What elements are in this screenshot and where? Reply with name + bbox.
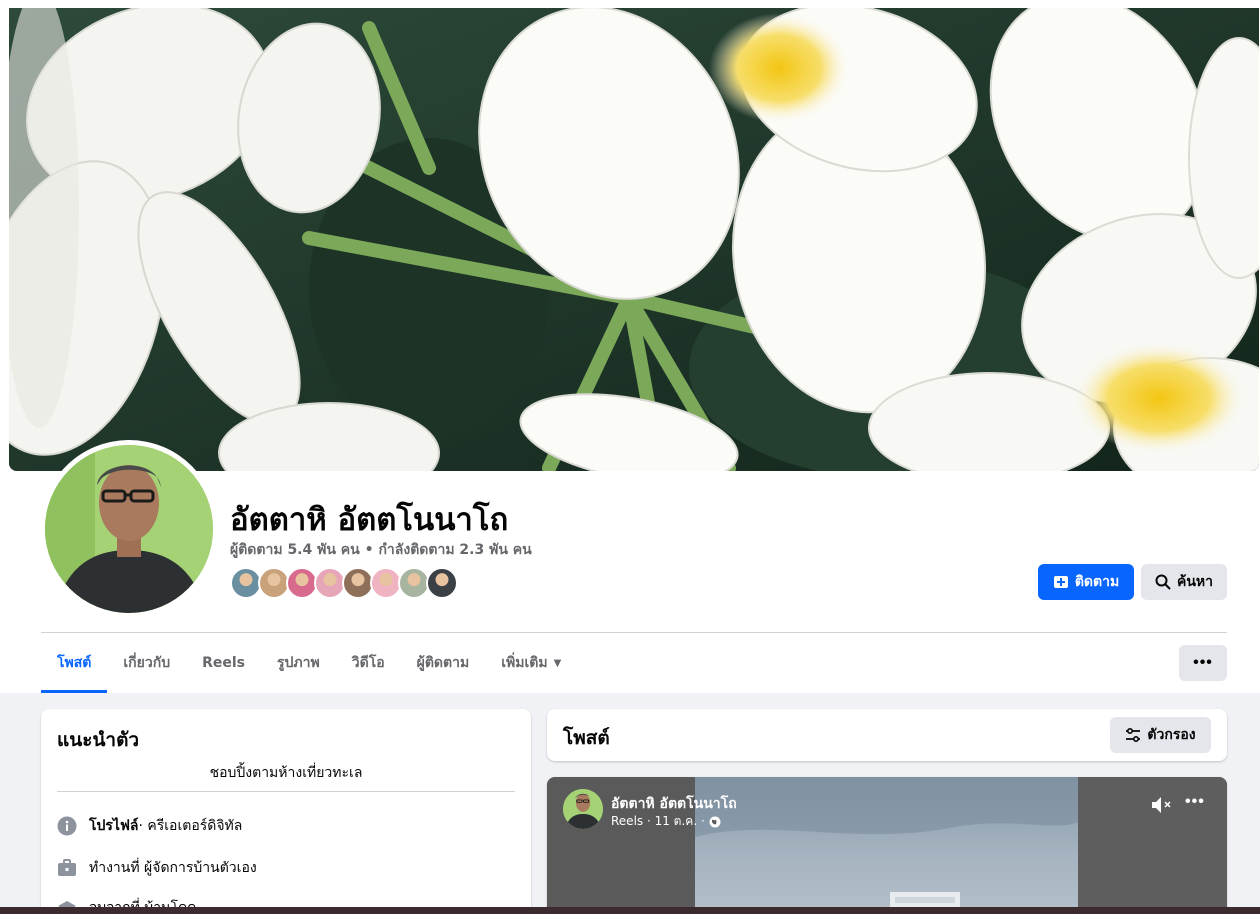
reel-post[interactable]: อัตตาหิ อัตตโนนาโถ Reels · 11 ต.ค. · ••• — [547, 777, 1227, 914]
intro-work-row: ทำงานที่ ผู้จัดการบ้านตัวเอง — [57, 857, 257, 879]
tab-followers-label: ผู้ติดตาม — [416, 655, 470, 671]
caret-down-icon: ▼ — [553, 657, 562, 669]
avatar[interactable] — [45, 445, 213, 613]
profile-name: อัตตาหิ อัตตโนนาโถ — [230, 502, 509, 538]
follower-avatar[interactable] — [426, 567, 458, 599]
globe-icon — [709, 816, 721, 828]
mute-icon[interactable] — [1151, 796, 1173, 814]
reel-author-avatar[interactable] — [563, 789, 603, 829]
profile-tabs: โพสต์ เกี่ยวกับ Reels รูปภาพ วิดีโอ ผู้ต… — [41, 633, 577, 693]
posts-header-card: โพสต์ ตัวกรอง — [547, 709, 1227, 761]
reel-video[interactable] — [695, 777, 1078, 914]
follow-button[interactable]: ติดตาม — [1038, 564, 1134, 600]
intro-title: แนะนำตัว — [57, 729, 140, 751]
tab-reels[interactable]: Reels — [186, 633, 261, 693]
tab-posts[interactable]: โพสต์ — [41, 633, 108, 693]
filter-icon — [1125, 727, 1141, 743]
tab-photos-label: รูปภาพ — [277, 655, 320, 671]
tab-about-label: เกี่ยวกับ — [123, 655, 171, 671]
cover-photo[interactable] — [9, 8, 1259, 471]
filter-label: ตัวกรอง — [1147, 727, 1196, 743]
intro-divider — [57, 791, 515, 792]
intro-bio: ชอบปิ้งตามห้างเที่ยวทะเล — [209, 765, 363, 781]
tab-reels-label: Reels — [202, 655, 245, 671]
tab-more-label: เพิ่มเติม — [501, 655, 548, 671]
intro-profile-label: โปรไฟล์ — [89, 818, 139, 834]
intro-work-text: ทำงานที่ ผู้จัดการบ้านตัวเอง — [89, 860, 257, 876]
stats-separator: • — [364, 542, 374, 558]
following-link[interactable]: กำลังติดตาม 2.3 พัน คน — [378, 542, 531, 558]
tab-about[interactable]: เกี่ยวกับ — [107, 633, 186, 693]
tab-videos[interactable]: วิดีโอ — [336, 633, 401, 693]
follower-avatars — [230, 567, 458, 601]
posts-title: โพสต์ — [563, 727, 610, 749]
reel-meta: Reels · 11 ต.ค. · — [611, 812, 721, 831]
search-icon — [1155, 574, 1171, 590]
post-more-icon[interactable]: ••• — [1185, 793, 1205, 811]
more-options-button[interactable]: ••• — [1179, 645, 1227, 681]
follow-icon — [1053, 574, 1069, 590]
follow-label: ติดตาม — [1074, 574, 1120, 590]
tab-followers[interactable]: ผู้ติดตาม — [401, 633, 486, 693]
tab-photos[interactable]: รูปภาพ — [261, 633, 336, 693]
tab-posts-label: โพสต์ — [57, 655, 92, 671]
tab-videos-label: วิดีโอ — [351, 655, 385, 671]
filter-button[interactable]: ตัวกรอง — [1110, 717, 1211, 753]
followers-link[interactable]: ผู้ติดตาม 5.4 พัน คน — [230, 542, 360, 558]
search-button[interactable]: ค้นหา — [1141, 564, 1227, 600]
taskbar-edge — [0, 907, 1260, 914]
reel-meta-text: Reels · 11 ต.ค. · — [611, 814, 705, 828]
intro-profile-row: โปรไฟล์ · ครีเอเตอร์ดิจิทัล — [57, 815, 242, 837]
info-icon — [57, 816, 77, 836]
briefcase-icon — [57, 858, 77, 878]
tab-more[interactable]: เพิ่มเติม ▼ — [485, 633, 577, 693]
search-label: ค้นหา — [1176, 574, 1214, 590]
profile-stats: ผู้ติดตาม 5.4 พัน คน • กำลังติดตาม 2.3 พ… — [230, 539, 532, 561]
profile-header: อัตตาหิ อัตตโนนาโถ ผู้ติดตาม 5.4 พัน คน … — [0, 0, 1260, 693]
intro-profile-value: · ครีเอเตอร์ดิจิทัล — [138, 818, 243, 834]
intro-card: แนะนำตัว ชอบปิ้งตามห้างเที่ยวทะเล โปรไฟล… — [41, 709, 531, 914]
more-options-icon: ••• — [1193, 654, 1213, 671]
